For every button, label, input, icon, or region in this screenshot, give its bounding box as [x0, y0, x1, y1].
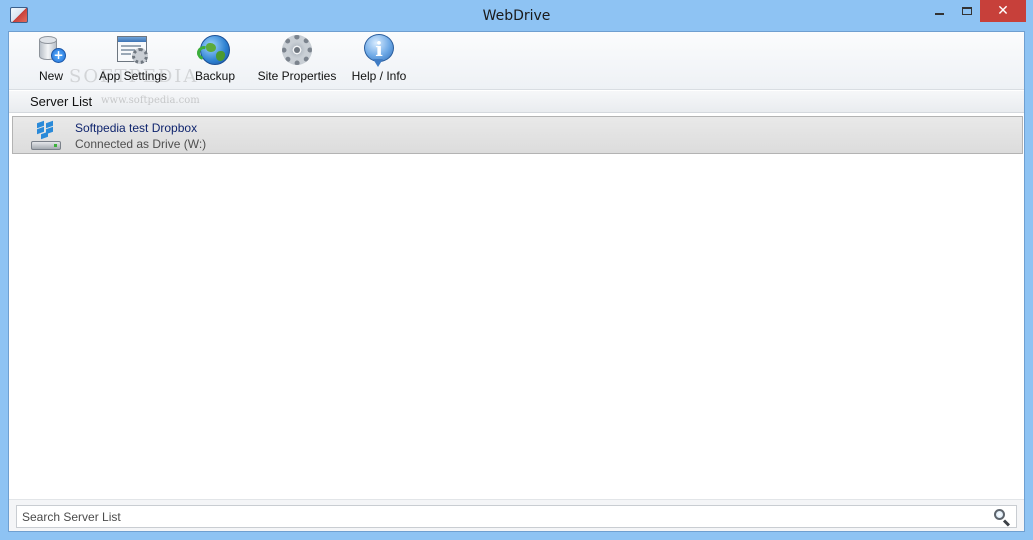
- app-settings-icon: [115, 34, 151, 66]
- close-icon: ✕: [997, 3, 1009, 19]
- maximize-icon: [962, 7, 972, 15]
- help-info-button[interactable]: i Help / Info: [347, 34, 411, 88]
- server-name: Softpedia test Dropbox: [75, 121, 198, 135]
- minimize-button[interactable]: [924, 0, 954, 22]
- gear-icon: [279, 34, 315, 66]
- minimize-icon: [934, 13, 944, 15]
- server-list-header: Server List: [9, 91, 1024, 113]
- dropbox-drive-icon: [29, 120, 63, 152]
- help-info-button-label: Help / Info: [351, 69, 407, 83]
- new-button-label: New: [38, 69, 63, 83]
- title-bar[interactable]: WebDrive ✕: [0, 0, 1033, 32]
- info-icon: i: [361, 34, 397, 67]
- search-box[interactable]: [16, 505, 1017, 528]
- site-properties-button-label: Site Properties: [257, 69, 337, 83]
- webdrive-window: WebDrive ✕ + New App Settings Backup Sit…: [0, 0, 1033, 540]
- app-settings-button[interactable]: App Settings: [95, 34, 171, 88]
- site-properties-button[interactable]: Site Properties: [255, 34, 339, 88]
- maximize-button[interactable]: [953, 0, 981, 22]
- server-status: Connected as Drive (W:): [75, 137, 207, 151]
- window-title: WebDrive: [482, 8, 551, 24]
- backup-globe-icon: [194, 34, 233, 66]
- search-input[interactable]: [22, 508, 972, 525]
- search-bar: [9, 499, 1024, 531]
- app-settings-button-label: App Settings: [98, 69, 168, 83]
- close-button[interactable]: ✕: [980, 0, 1026, 22]
- new-server-icon: +: [33, 34, 69, 66]
- server-list-item[interactable]: Softpedia test Dropbox Connected as Driv…: [12, 116, 1023, 154]
- client-area: + New App Settings Backup Site Propertie…: [8, 31, 1025, 532]
- backup-button[interactable]: Backup: [192, 34, 238, 88]
- toolbar: + New App Settings Backup Site Propertie…: [9, 32, 1024, 90]
- server-list-title: Server List: [30, 94, 93, 109]
- backup-button-label: Backup: [194, 69, 236, 83]
- new-button[interactable]: + New: [31, 34, 71, 88]
- search-icon[interactable]: [992, 507, 1012, 527]
